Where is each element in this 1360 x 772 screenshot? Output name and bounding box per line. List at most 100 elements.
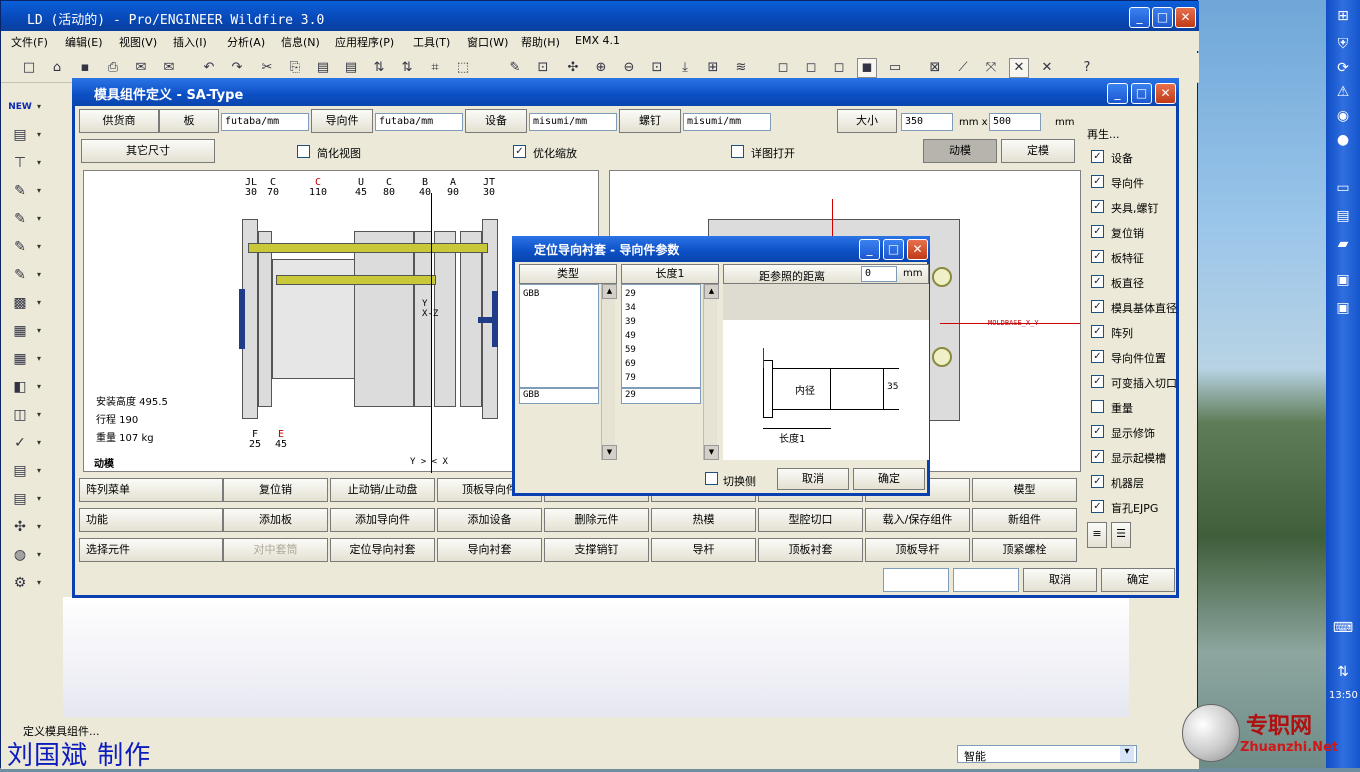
new-component-icon[interactable]: NEW [7, 97, 41, 119]
spin-icon[interactable]: ✕ [1037, 58, 1057, 78]
paste-icon[interactable]: ▤ [313, 58, 333, 78]
slider-icon[interactable]: ✎ [7, 209, 41, 231]
new-file-icon[interactable]: □ [19, 58, 39, 78]
function-button[interactable]: 定位导向衬套 [330, 538, 435, 562]
regenerate-icon[interactable]: ⇅ [369, 58, 389, 78]
regen-checkbox[interactable]: ✓ [1091, 275, 1104, 288]
function-button[interactable]: 止动销/止动盘 [330, 478, 435, 502]
plate-icon[interactable]: ▤ [7, 125, 41, 147]
menu-view[interactable]: 视图(V) [119, 34, 157, 50]
layout-icon[interactable]: ◍ [7, 545, 41, 567]
minimize-icon[interactable]: _ [1129, 7, 1150, 28]
regen-checkbox[interactable]: ✓ [1091, 350, 1104, 363]
saved-views-icon[interactable]: ⊞ [703, 58, 723, 78]
shading-icon[interactable]: ◼ [857, 58, 877, 78]
switch-side-checkbox[interactable] [705, 472, 718, 485]
drawing-icon[interactable]: ◫ [7, 405, 41, 427]
regen-checkbox[interactable]: ✓ [1091, 475, 1104, 488]
document-icon[interactable]: ▤ [1329, 208, 1357, 230]
regen-manager-icon[interactable]: ⇅ [397, 58, 417, 78]
size-button[interactable]: 大小 [837, 109, 897, 133]
size-width-field[interactable]: 350 [901, 113, 953, 131]
menu-info[interactable]: 信息(N) [281, 34, 320, 50]
mold-ok-button[interactable]: 确定 [1101, 568, 1175, 592]
shield-icon[interactable]: ⛨ [1329, 36, 1357, 58]
function-button[interactable]: 支撑销钉 [544, 538, 649, 562]
globe-icon[interactable]: ◉ [1329, 108, 1357, 130]
function-button[interactable]: 新组件 [972, 508, 1077, 532]
type-item[interactable]: GBB [523, 287, 595, 301]
regen-checkbox[interactable]: ✓ [1091, 375, 1104, 388]
screw-supplier-button[interactable]: 螺钉 [619, 109, 681, 133]
grid-icon[interactable]: ▦ [7, 349, 41, 371]
length-selected-field[interactable]: 29 [621, 388, 701, 404]
datum-point-icon[interactable]: ⤧ [981, 58, 1001, 78]
cooling-icon[interactable]: ✎ [7, 265, 41, 287]
cut-icon[interactable]: ✂ [257, 58, 277, 78]
bom-icon[interactable]: ▤ [7, 461, 41, 483]
menu-tools[interactable]: 工具(T) [413, 34, 450, 50]
find-icon[interactable]: ⌗ [425, 58, 445, 78]
hidden-line-icon[interactable]: ◻ [801, 58, 821, 78]
tools-icon[interactable]: ▤ [7, 489, 41, 511]
window-icon[interactable]: ▭ [1329, 180, 1357, 202]
function-button[interactable]: 型腔切口 [758, 508, 863, 532]
model-graphics-area[interactable] [63, 597, 1129, 717]
refit-icon[interactable]: ⊡ [647, 58, 667, 78]
plate-supplier-button[interactable]: 板 [159, 109, 219, 133]
lifter-icon[interactable]: ✎ [7, 237, 41, 259]
datum-axis-icon[interactable]: ⟋ [953, 58, 973, 78]
type-list[interactable]: GBB [519, 284, 599, 388]
function-button[interactable]: 对中套筒 [223, 538, 328, 562]
zoom-in-icon[interactable]: ⊕ [591, 58, 611, 78]
function-button[interactable]: 导向衬套 [437, 538, 542, 562]
optimize-zoom-checkbox[interactable]: ✓ [513, 145, 526, 158]
regen-checkbox[interactable]: ✓ [1091, 425, 1104, 438]
cavity-icon[interactable]: ▦ [7, 321, 41, 343]
menu-window[interactable]: 窗口(W) [467, 34, 508, 50]
detail-view-icon[interactable]: ☰ [1111, 522, 1131, 548]
length-item[interactable]: 29 [625, 287, 697, 301]
filter-dropdown[interactable]: 智能 [957, 745, 1137, 763]
equipment-supplier-button[interactable]: 设备 [465, 109, 527, 133]
function-button[interactable]: 载入/保存组件 [865, 508, 970, 532]
detail-open-checkbox[interactable] [731, 145, 744, 158]
proe-task-icon[interactable]: ▣ [1329, 272, 1357, 294]
close-icon[interactable]: ✕ [1175, 7, 1196, 28]
menu-applications[interactable]: 应用程序(P) [335, 34, 394, 50]
function-button[interactable]: 复位销 [223, 478, 328, 502]
guide-supplier-field[interactable]: futaba/mm [375, 113, 463, 131]
mail-icon[interactable]: ✉ [131, 58, 151, 78]
regen-checkbox[interactable]: ✓ [1091, 150, 1104, 163]
menu-emx[interactable]: EMX 4.1 [575, 34, 620, 47]
pin-icon[interactable]: ✎ [7, 181, 41, 203]
no-hidden-icon[interactable]: ◻ [829, 58, 849, 78]
fixed-half-button[interactable]: 定模 [1001, 139, 1075, 163]
regen-checkbox[interactable]: ✓ [1091, 225, 1104, 238]
regen-checkbox[interactable] [1091, 400, 1104, 413]
function-button[interactable]: 导杆 [651, 538, 756, 562]
length-scrollbar[interactable] [703, 284, 719, 460]
plate-supplier-field[interactable]: futaba/mm [221, 113, 309, 131]
undo-icon[interactable]: ↶ [199, 58, 219, 78]
menu-file[interactable]: 文件(F) [11, 34, 48, 50]
dialog-ok-button[interactable]: 确定 [853, 468, 925, 490]
network-icon[interactable]: ⇅ [1329, 664, 1357, 686]
keyboard-icon[interactable]: ⌨ [1329, 620, 1357, 642]
refresh-icon[interactable]: ⟳ [1329, 60, 1357, 82]
length-item[interactable]: 34 [625, 301, 697, 315]
insert-icon[interactable]: ▩ [7, 293, 41, 315]
function-button[interactable]: 添加板 [223, 508, 328, 532]
guide-supplier-button[interactable]: 导向件 [311, 109, 373, 133]
function-button[interactable]: 热模 [651, 508, 756, 532]
maximize-icon[interactable]: □ [1152, 7, 1173, 28]
dialog-close-icon[interactable]: ✕ [907, 239, 928, 260]
moving-half-button[interactable]: 动模 [923, 139, 997, 163]
regen-checkbox[interactable]: ✓ [1091, 500, 1104, 513]
supplier-button[interactable]: 供货商 [79, 109, 159, 133]
copy-icon[interactable]: ⎘ [285, 58, 305, 78]
function-button[interactable]: 添加导向件 [330, 508, 435, 532]
save-icon[interactable]: ▪ [75, 58, 95, 78]
function-button[interactable]: 顶紧螺栓 [972, 538, 1077, 562]
mold-close-icon[interactable]: ✕ [1155, 83, 1176, 104]
